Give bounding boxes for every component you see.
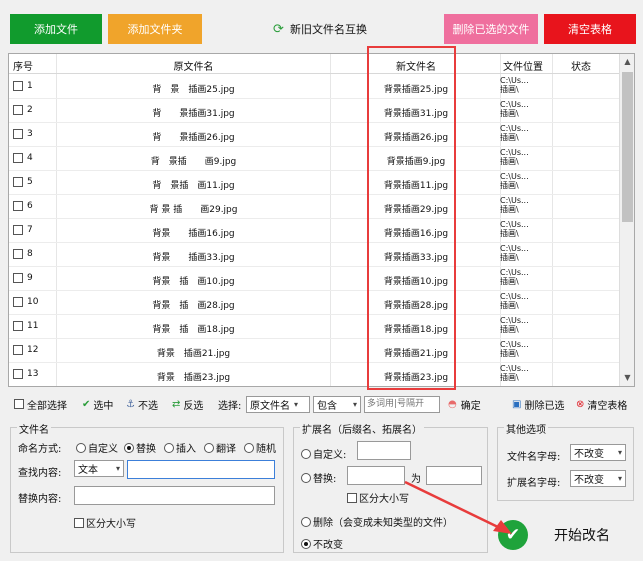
annotation-arrow (404, 480, 512, 534)
